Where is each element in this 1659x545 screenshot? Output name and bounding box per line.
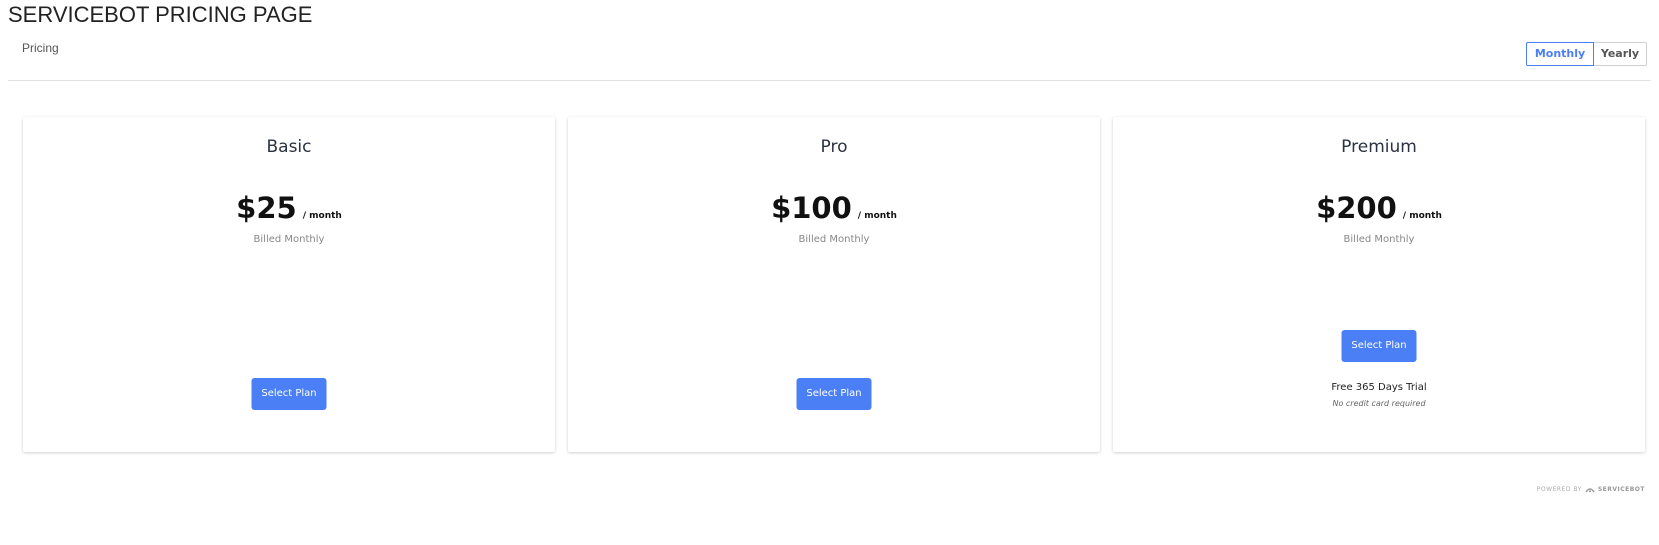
price-period: / month xyxy=(1402,211,1442,221)
tab-pricing[interactable]: Pricing xyxy=(22,41,59,55)
select-plan-button[interactable]: Select Plan xyxy=(1341,330,1417,362)
price-period: / month xyxy=(857,211,897,221)
select-plan-button[interactable]: Select Plan xyxy=(796,378,872,410)
billing-note: Billed Monthly xyxy=(798,234,870,245)
trial-note: No credit card required xyxy=(1332,399,1426,408)
billing-note: Billed Monthly xyxy=(253,234,325,245)
page-title: SERVICEBOT PRICING PAGE xyxy=(8,2,313,27)
servicebot-logo-icon xyxy=(1585,487,1595,492)
plan-card-premium: Premium $200 / month Billed Monthly Selec… xyxy=(1113,117,1645,452)
powered-by-footer[interactable]: POWERED BY SERVICEBOT xyxy=(1537,486,1645,493)
select-plan-button[interactable]: Select Plan xyxy=(251,378,327,410)
price-amount: $200 xyxy=(1316,191,1397,225)
plan-card-pro: Pro $100 / month Billed Monthly Select Pl… xyxy=(568,117,1100,452)
price-row: $100 / month xyxy=(568,191,1100,225)
powered-by-label: POWERED BY xyxy=(1536,486,1582,493)
powered-by-brand: SERVICEBOT xyxy=(1597,486,1645,493)
plan-card-basic: Basic $25 / month Billed Monthly Select P… xyxy=(23,117,555,452)
plan-name: Basic xyxy=(266,137,312,157)
price-amount: $25 xyxy=(236,191,297,225)
plan-name: Pro xyxy=(820,137,848,157)
header-divider xyxy=(8,80,1651,81)
trial-offer: Free 365 Days Trial xyxy=(1331,382,1427,393)
billing-toggle: Monthly Yearly xyxy=(1526,42,1647,66)
billing-note: Billed Monthly xyxy=(1343,234,1415,245)
price-row: $25 / month xyxy=(23,191,555,225)
toggle-monthly-button[interactable]: Monthly xyxy=(1526,42,1594,66)
price-row: $200 / month xyxy=(1113,191,1645,225)
plan-name: Premium xyxy=(1341,137,1417,157)
price-period: / month xyxy=(302,211,342,221)
price-amount: $100 xyxy=(771,191,852,225)
toggle-yearly-button[interactable]: Yearly xyxy=(1594,42,1647,66)
